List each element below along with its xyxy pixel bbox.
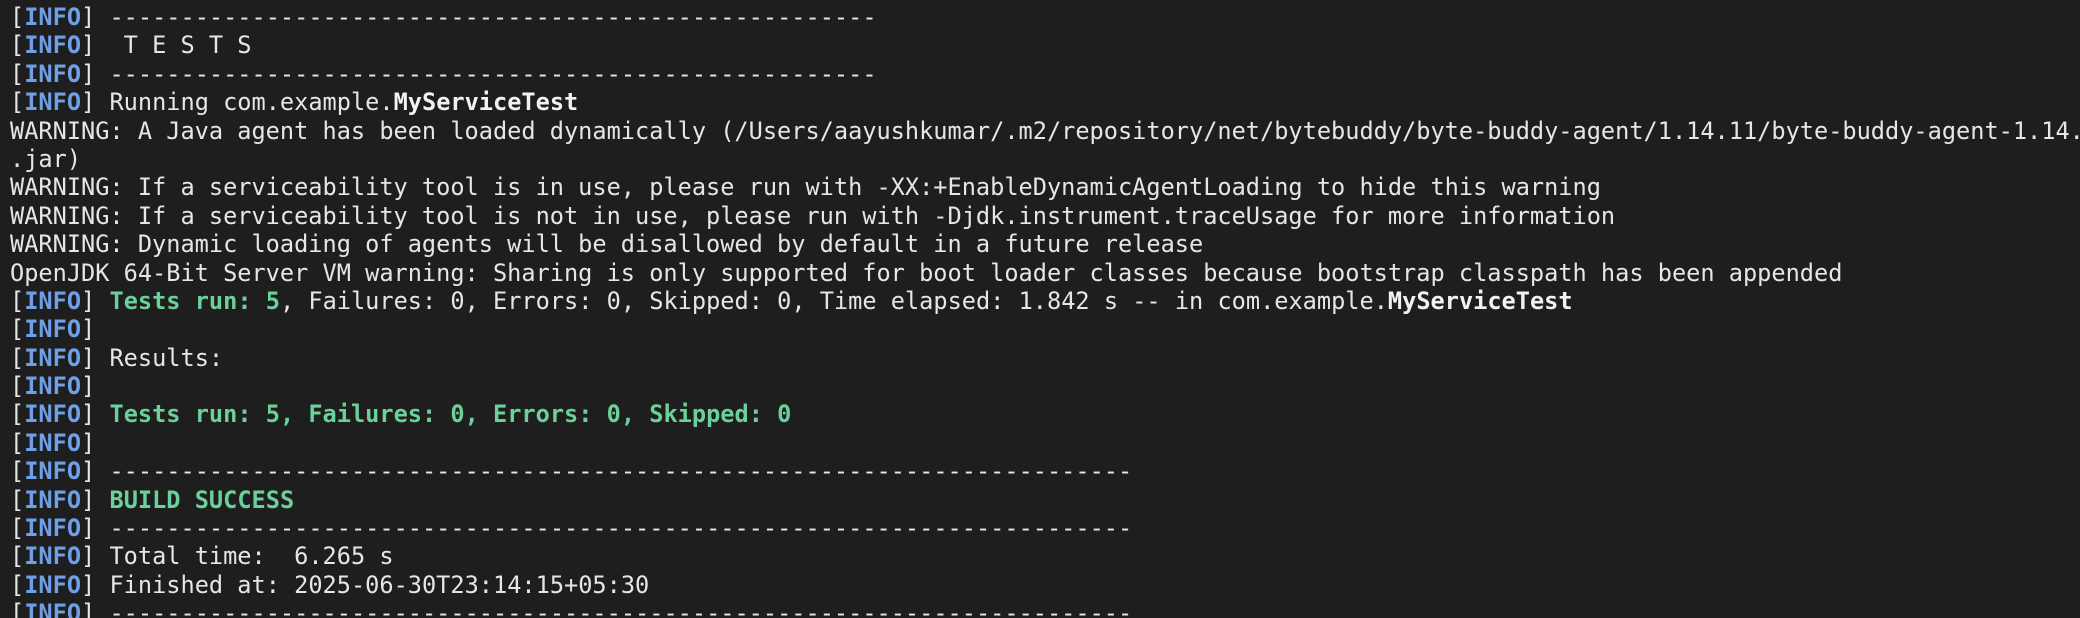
status-text: BUILD SUCCESS — [109, 485, 295, 514]
info-level-tag: INFO — [24, 400, 82, 429]
info-log-line: [INFO] BUILD SUCCESS — [10, 486, 2080, 514]
info-log-line: [INFO] Tests run: 5, Failures: 0, Errors… — [10, 400, 2080, 428]
warning-log-line: .jar) — [10, 145, 2080, 173]
info-log-line: [INFO] Tests run: 5, Failures: 0, Errors… — [10, 287, 2080, 315]
log-text: Total time: 6.265 s — [95, 542, 394, 571]
info-level-tag: INFO — [24, 343, 82, 372]
log-bracket-open: [ — [10, 31, 25, 60]
class-name-text: MyServiceTest — [393, 88, 579, 117]
log-bracket-close: ] — [81, 59, 96, 88]
log-text: WARNING: If a serviceability tool is in … — [10, 173, 1601, 202]
log-bracket-open: [ — [10, 343, 25, 372]
info-log-line: [INFO] Finished at: 2025-06-30T23:14:15+… — [10, 571, 2080, 599]
log-bracket-close: ] — [81, 542, 96, 571]
log-bracket-close: ] — [81, 457, 96, 486]
log-text: T E S T S — [95, 31, 252, 60]
warning-log-line: WARNING: A Java agent has been loaded dy… — [10, 117, 2080, 145]
info-level-tag: INFO — [24, 31, 82, 60]
log-text: Finished at: 2025-06-30T23:14:15+05:30 — [95, 570, 650, 599]
info-level-tag: INFO — [24, 457, 82, 486]
info-level-tag: INFO — [24, 372, 82, 401]
log-bracket-close: ] — [81, 286, 96, 315]
warning-log-line: WARNING: If a serviceability tool is in … — [10, 173, 2080, 201]
log-bracket-close: ] — [81, 514, 96, 543]
info-level-tag: INFO — [24, 88, 82, 117]
log-text: ----------------------------------------… — [95, 457, 1133, 486]
log-bracket-open: [ — [10, 315, 25, 344]
log-text: , Failures: 0, Errors: 0, Skipped: 0, Ti… — [279, 286, 1388, 315]
terminal-output[interactable]: [INFO] ---------------------------------… — [0, 0, 2080, 618]
log-bracket-open: [ — [10, 570, 25, 599]
log-text: OpenJDK 64-Bit Server VM warning: Sharin… — [10, 258, 1843, 287]
log-bracket-open: [ — [10, 599, 25, 618]
warning-log-line: WARNING: If a serviceability tool is not… — [10, 202, 2080, 230]
info-level-tag: INFO — [24, 599, 82, 618]
log-bracket-open: [ — [10, 59, 25, 88]
info-log-line: [INFO] Running com.example.MyServiceTest — [10, 88, 2080, 116]
class-name-text: MyServiceTest — [1387, 286, 1573, 315]
log-bracket-close: ] — [81, 570, 96, 599]
log-bracket-open: [ — [10, 88, 25, 117]
info-level-tag: INFO — [24, 514, 82, 543]
info-log-line: [INFO] ---------------------------------… — [10, 60, 2080, 88]
log-bracket-open: [ — [10, 3, 25, 31]
log-text: .jar) — [10, 144, 82, 173]
info-level-tag: INFO — [24, 542, 82, 571]
info-log-line: [INFO] — [10, 372, 2080, 400]
info-log-line: [INFO] Results: — [10, 344, 2080, 372]
log-text: WARNING: Dynamic loading of agents will … — [10, 230, 1204, 259]
log-bracket-close: ] — [81, 315, 96, 344]
info-level-tag: INFO — [24, 286, 82, 315]
log-bracket-close: ] — [81, 88, 96, 117]
log-bracket-close: ] — [81, 31, 96, 60]
log-bracket-close: ] — [81, 343, 96, 372]
info-level-tag: INFO — [24, 59, 82, 88]
info-log-line: [INFO] T E S T S — [10, 31, 2080, 59]
log-bracket-close: ] — [81, 3, 96, 31]
log-bracket-open: [ — [10, 542, 25, 571]
log-text: WARNING: If a serviceability tool is not… — [10, 201, 1616, 230]
log-bracket-open: [ — [10, 400, 25, 429]
log-text: ----------------------------------------… — [95, 59, 877, 88]
log-text: Results: — [95, 343, 224, 372]
log-bracket-close: ] — [81, 428, 96, 457]
warning-log-line: WARNING: Dynamic loading of agents will … — [10, 230, 2080, 258]
log-bracket-close: ] — [81, 372, 96, 401]
log-bracket-close: ] — [81, 400, 96, 429]
log-bracket-open: [ — [10, 372, 25, 401]
log-text: ----------------------------------------… — [95, 3, 877, 31]
log-bracket-close: ] — [81, 485, 96, 514]
info-level-tag: INFO — [24, 3, 82, 31]
status-text: Tests run: 5 — [109, 286, 280, 315]
info-log-line: [INFO] ---------------------------------… — [10, 457, 2080, 485]
info-log-line: [INFO] — [10, 429, 2080, 457]
info-log-line: [INFO] — [10, 315, 2080, 343]
info-log-line: [INFO] Total time: 6.265 s — [10, 542, 2080, 570]
info-level-tag: INFO — [24, 570, 82, 599]
log-bracket-open: [ — [10, 428, 25, 457]
log-text: ----------------------------------------… — [95, 514, 1133, 543]
info-log-line: [INFO] ---------------------------------… — [10, 514, 2080, 542]
log-bracket-close: ] — [81, 599, 96, 618]
log-bracket-open: [ — [10, 286, 25, 315]
info-level-tag: INFO — [24, 485, 82, 514]
info-log-line: [INFO] ---------------------------------… — [10, 599, 2080, 618]
info-log-line: [INFO] ---------------------------------… — [10, 3, 2080, 31]
info-level-tag: INFO — [24, 315, 82, 344]
warning-log-line: OpenJDK 64-Bit Server VM warning: Sharin… — [10, 259, 2080, 287]
log-bracket-open: [ — [10, 514, 25, 543]
status-text: Tests run: 5, Failures: 0, Errors: 0, Sk… — [109, 400, 792, 429]
log-bracket-open: [ — [10, 485, 25, 514]
info-level-tag: INFO — [24, 428, 82, 457]
log-bracket-open: [ — [10, 457, 25, 486]
log-text: WARNING: A Java agent has been loaded dy… — [10, 116, 2080, 145]
log-text: Running com.example. — [95, 88, 394, 117]
log-text: ----------------------------------------… — [95, 599, 1133, 618]
